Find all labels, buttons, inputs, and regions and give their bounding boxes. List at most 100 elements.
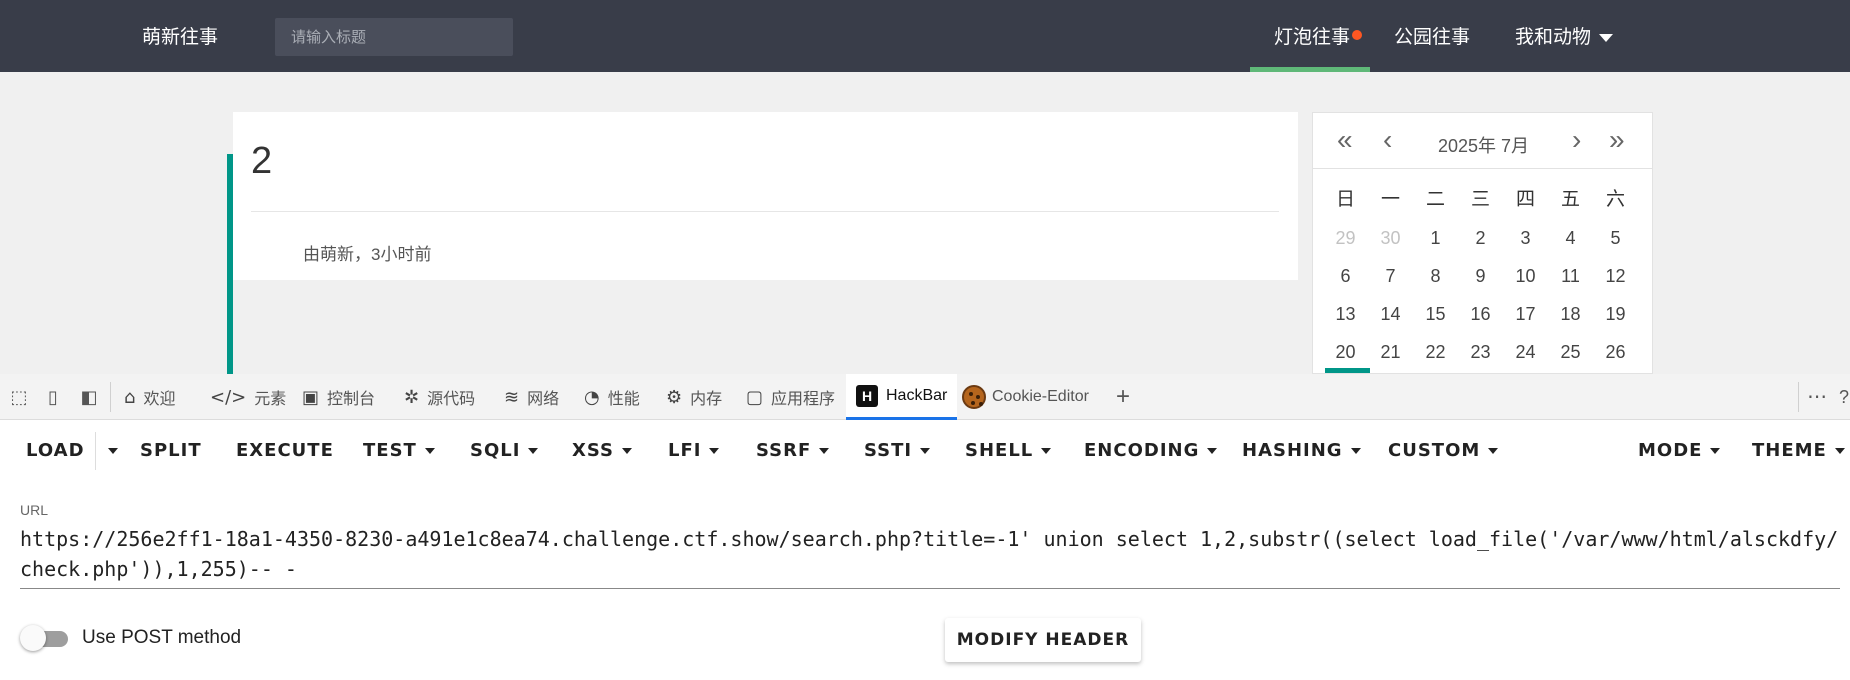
title-search-input[interactable] bbox=[275, 18, 513, 56]
tab-sources[interactable]: ✲ 源代码 bbox=[404, 374, 475, 420]
modify-header-button[interactable]: MODIFY HEADER bbox=[945, 618, 1141, 662]
post-method-toggle[interactable] bbox=[20, 625, 68, 651]
nav-item-bulb-stories[interactable]: 灯泡往事 bbox=[1274, 22, 1350, 49]
calendar-day-today[interactable]: 20 bbox=[1323, 333, 1368, 371]
calendar-day[interactable]: 17 bbox=[1503, 295, 1548, 333]
home-icon: ⌂ bbox=[124, 386, 136, 408]
calendar-day[interactable]: 5 bbox=[1593, 219, 1638, 257]
shell-menu[interactable]: SHELL bbox=[965, 440, 1052, 461]
mode-menu[interactable]: MODE bbox=[1638, 440, 1721, 461]
caret-down-icon bbox=[622, 448, 632, 454]
encoding-menu[interactable]: ENCODING bbox=[1084, 440, 1218, 461]
url-field-label: URL bbox=[20, 502, 49, 518]
weekday-label: 一 bbox=[1380, 189, 1400, 210]
calendar-day[interactable]: 1 bbox=[1413, 219, 1458, 257]
calendar-day[interactable]: 18 bbox=[1548, 295, 1593, 333]
post-title[interactable]: 2 bbox=[251, 140, 272, 183]
menu-label: SQLI bbox=[470, 440, 521, 461]
calendar-day[interactable]: 15 bbox=[1413, 295, 1458, 333]
calendar-day[interactable]: 12 bbox=[1593, 257, 1638, 295]
calendar-day[interactable]: 4 bbox=[1548, 219, 1593, 257]
caret-down-icon bbox=[528, 448, 539, 454]
post-meta: 由萌新，3小时前 bbox=[303, 245, 432, 264]
calendar-day[interactable]: 16 bbox=[1458, 295, 1503, 333]
calendar-day[interactable]: 19 bbox=[1593, 295, 1638, 333]
caret-down-icon bbox=[1350, 448, 1361, 454]
calendar-day[interactable]: 30 bbox=[1368, 219, 1413, 257]
week-row: 29 30 1 2 3 4 5 bbox=[1323, 219, 1643, 257]
calendar-day[interactable]: 8 bbox=[1413, 257, 1458, 295]
calendar-day[interactable]: 7 bbox=[1368, 257, 1413, 295]
menu-label: MODE bbox=[1638, 440, 1703, 461]
site-brand[interactable]: 萌新往事 bbox=[142, 22, 218, 49]
theme-menu[interactable]: THEME bbox=[1752, 440, 1845, 461]
calendar-day[interactable]: 23 bbox=[1458, 333, 1503, 371]
ssrf-menu[interactable]: SSRF bbox=[756, 440, 830, 461]
calendar-day[interactable]: 21 bbox=[1368, 333, 1413, 371]
menu-label: SSTI bbox=[864, 440, 913, 461]
calendar-day[interactable]: 9 bbox=[1458, 257, 1503, 295]
caret-down-icon bbox=[709, 448, 720, 454]
more-options-icon[interactable]: ⋯ bbox=[1806, 386, 1828, 408]
execute-button[interactable]: EXECUTE bbox=[236, 440, 334, 461]
sqli-menu[interactable]: SQLI bbox=[470, 440, 539, 461]
ssti-menu[interactable]: SSTI bbox=[864, 440, 931, 461]
calendar-day[interactable]: 11 bbox=[1548, 257, 1593, 295]
calendar-day[interactable]: 14 bbox=[1368, 295, 1413, 333]
menu-label: SHELL bbox=[965, 440, 1034, 461]
menu-label: LFI bbox=[668, 440, 702, 461]
post-card: 2 由萌新，3小时前 bbox=[233, 112, 1298, 280]
calendar-day[interactable]: 2 bbox=[1458, 219, 1503, 257]
tab-network[interactable]: ≋ 网络 bbox=[504, 374, 559, 420]
nav-item-park-stories[interactable]: 公园往事 bbox=[1394, 22, 1470, 49]
xss-menu[interactable]: XSS bbox=[572, 440, 632, 461]
page-content: 2 由萌新，3小时前 « ‹ 2025年 7月 › » 日 一 二 三 四 五 … bbox=[0, 72, 1850, 374]
tab-memory[interactable]: ⚙ 内存 bbox=[666, 374, 722, 420]
caret-down-icon bbox=[108, 448, 118, 454]
calendar-day[interactable]: 29 bbox=[1323, 219, 1368, 257]
calendar-day[interactable]: 25 bbox=[1548, 333, 1593, 371]
add-tab-icon[interactable]: + bbox=[1112, 385, 1134, 409]
load-button[interactable]: LOAD bbox=[26, 440, 85, 461]
toggle-knob bbox=[20, 625, 46, 651]
top-navbar: 萌新往事 灯泡往事 公园往事 我和动物 bbox=[0, 0, 1850, 72]
custom-menu[interactable]: CUSTOM bbox=[1388, 440, 1499, 461]
hackbar-icon: H bbox=[856, 384, 878, 407]
tab-label: 应用程序 bbox=[771, 391, 836, 408]
calendar-widget: « ‹ 2025年 7月 › » 日 一 二 三 四 五 六 29 30 1 2… bbox=[1312, 112, 1653, 374]
cookie-icon bbox=[962, 385, 986, 409]
tab-console[interactable]: ▣ 控制台 bbox=[302, 374, 375, 420]
calendar-day[interactable]: 26 bbox=[1593, 333, 1638, 371]
calendar-grid: 日 一 二 三 四 五 六 29 30 1 2 3 4 5 6 7 8 9 10… bbox=[1323, 181, 1643, 371]
next-year-icon[interactable]: » bbox=[1609, 125, 1625, 155]
tab-hackbar[interactable]: H HackBar bbox=[846, 374, 958, 420]
calendar-month-title[interactable]: 2025年 7月 bbox=[1313, 132, 1652, 158]
chip-icon: ⚙ bbox=[666, 386, 683, 408]
post-method-label: Use POST method bbox=[82, 627, 242, 648]
dock-icon[interactable]: ◧ bbox=[78, 386, 100, 408]
calendar-day[interactable]: 10 bbox=[1503, 257, 1548, 295]
nav-item-animals[interactable]: 我和动物 bbox=[1515, 22, 1614, 49]
test-menu[interactable]: TEST bbox=[363, 440, 435, 461]
help-icon[interactable]: ? bbox=[1838, 386, 1850, 408]
inspect-icon[interactable]: ⬚ bbox=[8, 386, 30, 408]
calendar-day[interactable]: 22 bbox=[1413, 333, 1458, 371]
next-month-icon[interactable]: › bbox=[1572, 125, 1581, 155]
tab-application[interactable]: ▢ 应用程序 bbox=[746, 374, 835, 420]
calendar-day[interactable]: 6 bbox=[1323, 257, 1368, 295]
split-button[interactable]: SPLIT bbox=[140, 440, 202, 461]
tab-welcome[interactable]: ⌂ 欢迎 bbox=[124, 374, 175, 420]
lfi-menu[interactable]: LFI bbox=[668, 440, 720, 461]
load-dropdown[interactable] bbox=[100, 440, 118, 461]
calendar-day[interactable]: 3 bbox=[1503, 219, 1548, 257]
tab-elements[interactable]: </> 元素 bbox=[210, 374, 286, 420]
wifi-icon: ≋ bbox=[504, 386, 520, 408]
hashing-menu[interactable]: HASHING bbox=[1242, 440, 1361, 461]
calendar-day[interactable]: 24 bbox=[1503, 333, 1548, 371]
calendar-day[interactable]: 13 bbox=[1323, 295, 1368, 333]
tab-label: 性能 bbox=[607, 391, 640, 408]
tab-cookie-editor[interactable]: Cookie-Editor bbox=[962, 374, 1089, 420]
device-emulation-icon[interactable]: ▯ bbox=[42, 386, 64, 408]
url-input[interactable]: https://256e2ff1-18a1-4350-8230-a491e1c8… bbox=[20, 524, 1840, 584]
tab-performance[interactable]: ◔ 性能 bbox=[584, 374, 640, 420]
